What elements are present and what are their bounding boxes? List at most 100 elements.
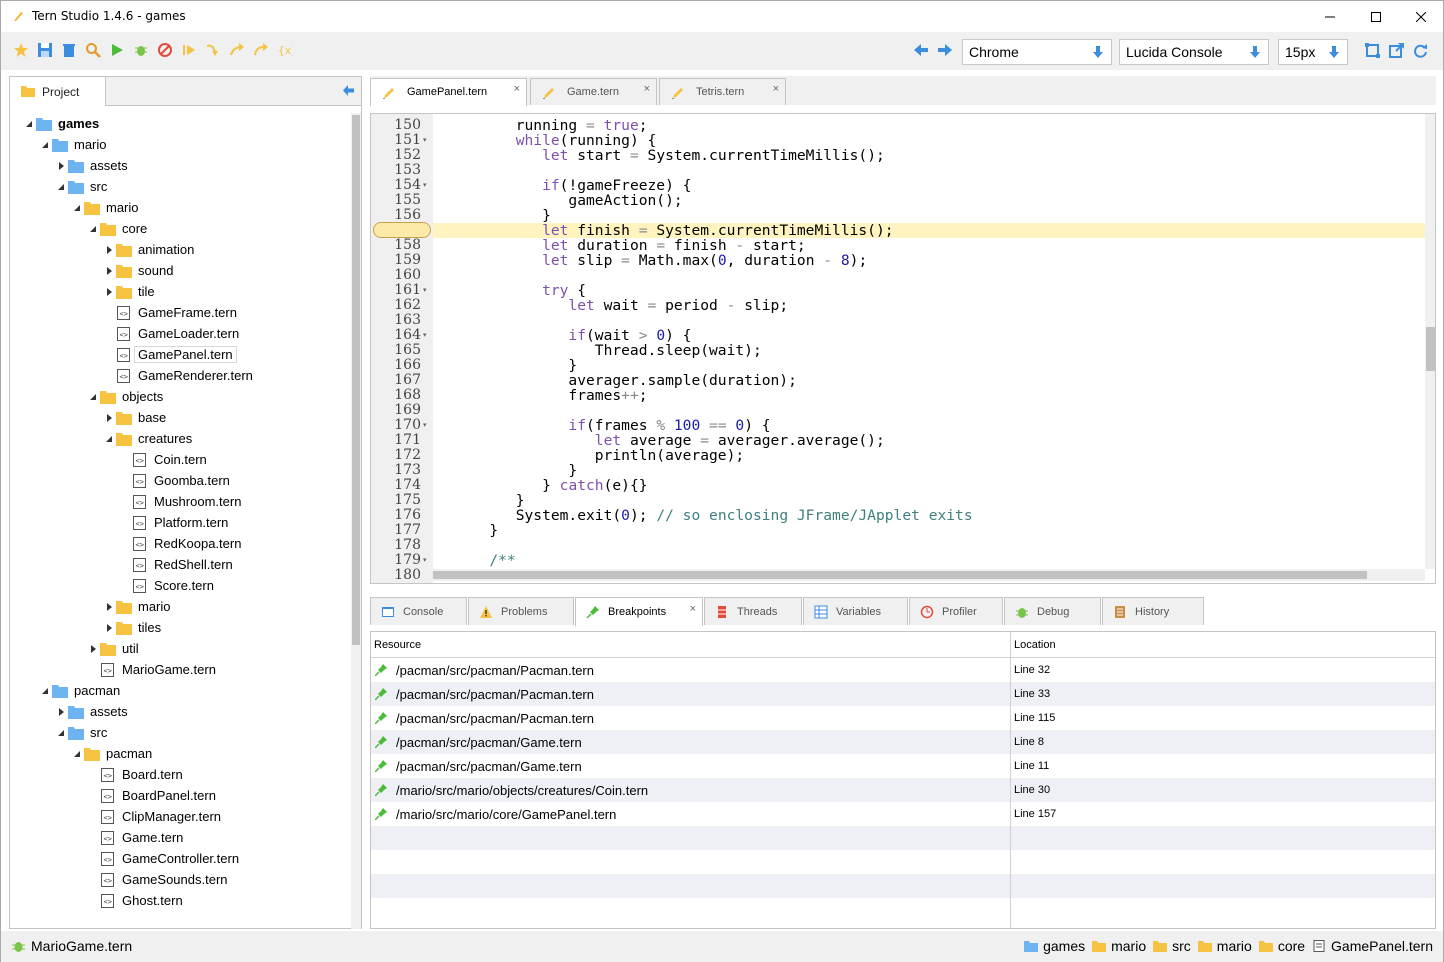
line-gutter[interactable]: 150151▾152153154▾155156157158159160161▾1… [371,114,433,583]
tree-item[interactable]: <> RedKoopa.tern [118,533,241,554]
tree-item[interactable]: <> Mushroom.tern [118,491,241,512]
table-row[interactable]: /pacman/src/pacman/Game.tern Line 11 [371,754,1435,778]
tree-item[interactable]: sound [102,260,173,281]
forward-arrow-icon[interactable] [936,41,954,59]
collapsed-triangle-icon[interactable] [102,260,116,281]
fold-arrow-icon[interactable]: ▾ [423,553,431,568]
breakpoint-marker[interactable] [373,222,431,238]
tab-project[interactable]: Project [10,77,106,106]
tree-item[interactable]: mario [38,134,107,155]
tree-item[interactable]: <> GameController.tern [86,848,239,869]
breadcrumb-item[interactable]: mario [1092,938,1146,954]
tree-item[interactable]: creatures [102,428,192,449]
table-row[interactable]: /pacman/src/pacman/Pacman.tern Line 115 [371,706,1435,730]
breadcrumb-item[interactable]: games [1024,938,1085,954]
collapsed-triangle-icon[interactable] [54,155,68,176]
table-row[interactable]: /pacman/src/pacman/Game.tern Line 8 [371,730,1435,754]
tree-item[interactable]: tile [102,281,155,302]
tab-variables[interactable]: Variables [803,597,908,625]
tree-item[interactable]: games [22,113,99,134]
fold-arrow-icon[interactable]: ▾ [423,283,431,298]
tree-item[interactable]: <> GamePanel.tern [102,344,237,365]
tab-debug[interactable]: Debug [1004,597,1101,625]
close-tab-icon[interactable]: × [773,83,779,95]
fold-arrow-icon[interactable]: ▾ [423,178,431,193]
collapsed-triangle-icon[interactable] [86,638,100,659]
tree-item[interactable]: <> Coin.tern [118,449,207,470]
font-select[interactable]: Lucida Console [1119,39,1269,65]
resume-icon[interactable] [180,41,198,59]
tab-breakpoints[interactable]: Breakpoints × [575,597,703,626]
tab-problems[interactable]: Problems [468,597,574,625]
evaluate-icon[interactable]: {x} [276,41,294,59]
expanded-triangle-icon[interactable] [38,680,52,701]
tree-item[interactable]: <> Board.tern [86,764,183,785]
expanded-triangle-icon[interactable] [70,743,84,764]
refresh-icon[interactable] [1411,41,1429,59]
tree-item[interactable]: <> ClipManager.tern [86,806,221,827]
editor-horizontal-scrollbar-thumb[interactable] [433,571,1367,579]
tree-scrollbar-thumb[interactable] [352,115,360,645]
tree-item[interactable]: core [86,218,147,239]
column-header-location[interactable]: Location [1011,632,1435,658]
tree-item[interactable]: assets [54,155,128,176]
delete-icon[interactable] [60,41,78,59]
breadcrumb-item[interactable]: core [1258,938,1305,954]
tree-item[interactable]: <> Game.tern [86,827,183,848]
save-icon[interactable] [36,41,54,59]
collapsed-triangle-icon[interactable] [102,407,116,428]
breadcrumb-item[interactable]: GamePanel.tern [1312,938,1433,954]
search-icon[interactable] [84,41,102,59]
fold-arrow-icon[interactable]: ▾ [423,328,431,343]
minimize-button[interactable] [1307,1,1353,32]
table-row[interactable]: /pacman/src/pacman/Pacman.tern Line 32 [371,658,1435,682]
expanded-triangle-icon[interactable] [86,386,100,407]
browser-select[interactable]: Chrome [962,39,1112,65]
star-icon[interactable] [12,41,30,59]
tree-item[interactable]: mario [102,596,171,617]
expanded-triangle-icon[interactable] [86,218,100,239]
tree-item[interactable]: <> Ghost.tern [86,890,183,911]
tree-item[interactable]: assets [54,701,128,722]
collapsed-triangle-icon[interactable] [102,617,116,638]
tree-item[interactable]: <> Platform.tern [118,512,228,533]
code-editor[interactable]: 150151▾152153154▾155156157158159160161▾1… [370,113,1436,584]
tree-item[interactable]: <> Score.tern [118,575,214,596]
breadcrumb-item[interactable]: src [1153,938,1191,954]
open-external-icon[interactable] [1387,41,1405,59]
fold-arrow-icon[interactable]: ▾ [423,133,431,148]
tree-item[interactable]: pacman [38,680,120,701]
expanded-triangle-icon[interactable] [102,428,116,449]
collapsed-triangle-icon[interactable] [102,596,116,617]
tree-item[interactable]: base [102,407,166,428]
debug-icon[interactable] [132,41,150,59]
step-in-icon[interactable] [204,41,222,59]
expanded-triangle-icon[interactable] [54,722,68,743]
breadcrumb-item[interactable]: mario [1197,938,1252,954]
step-out-icon[interactable] [228,41,246,59]
editor-vertical-scrollbar[interactable] [1425,114,1435,569]
editor-tab[interactable]: Game.tern × [530,78,657,105]
expanded-triangle-icon[interactable] [22,113,36,134]
tree-item[interactable]: animation [102,239,194,260]
tab-history[interactable]: History [1102,597,1204,625]
maximize-button[interactable] [1353,1,1399,32]
collapse-arrow-icon[interactable] [343,85,354,96]
font-size-select[interactable]: 15px [1278,39,1348,65]
tree-item[interactable]: tiles [102,617,161,638]
column-header-resource[interactable]: Resource [371,632,1011,658]
close-window-button[interactable] [1398,1,1444,32]
collapsed-triangle-icon[interactable] [102,281,116,302]
tree-item[interactable]: util [86,638,139,659]
tree-item[interactable]: mario [70,197,139,218]
run-icon[interactable] [108,41,126,59]
stop-icon[interactable] [156,41,174,59]
tree-item[interactable]: <> GameSounds.tern [86,869,228,890]
step-over-icon[interactable] [252,41,270,59]
expanded-triangle-icon[interactable] [54,176,68,197]
editor-horizontal-scrollbar[interactable] [433,569,1425,581]
tree-item[interactable]: src [54,176,107,197]
column-divider[interactable] [1010,632,1011,928]
tree-item[interactable]: <> GameFrame.tern [102,302,237,323]
tree-item[interactable]: <> RedShell.tern [118,554,233,575]
